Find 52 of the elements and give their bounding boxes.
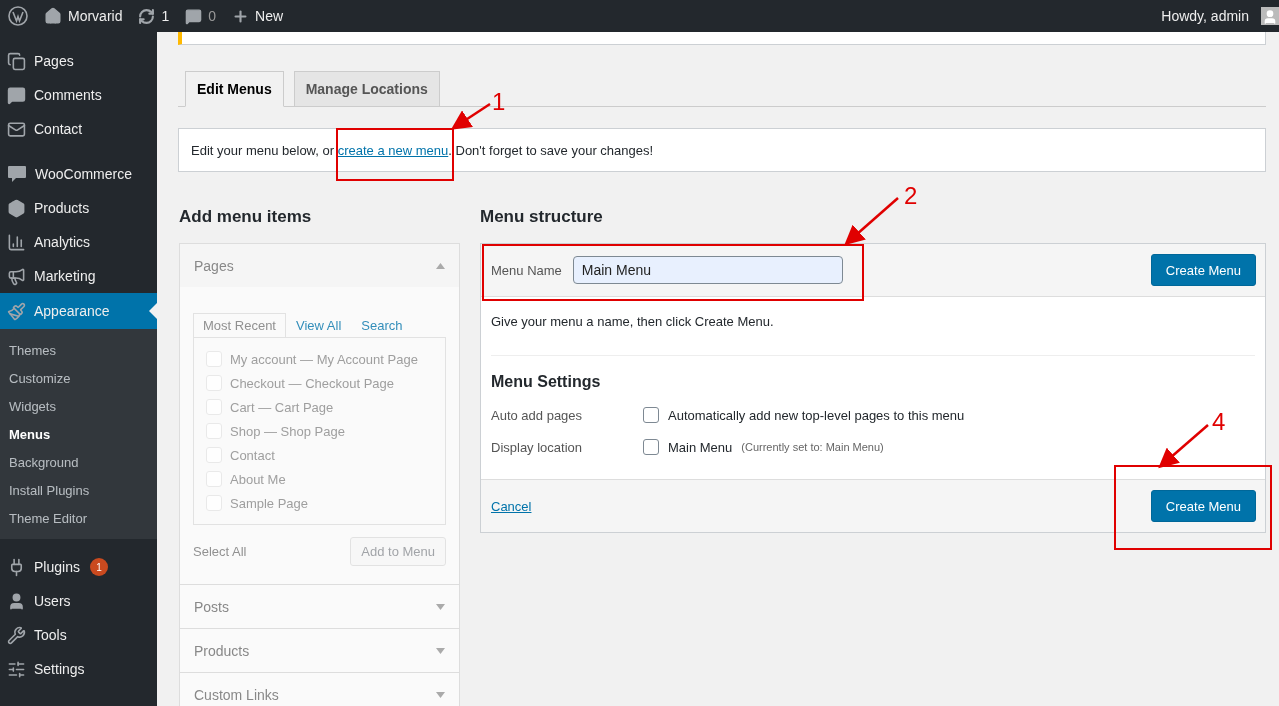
- step-number: 4: [1212, 410, 1226, 434]
- sidebar-item[interactable]: Marketing: [0, 259, 157, 293]
- page-label: Sample Page: [230, 495, 309, 511]
- submenu-item[interactable]: Customize: [0, 364, 157, 392]
- sidebar-item[interactable]: Settings: [0, 652, 157, 686]
- settings-heading: Menu Settings: [491, 373, 602, 391]
- create-menu-button[interactable]: Create Menu: [1150, 254, 1256, 286]
- sidebar-item[interactable]: Analytics: [0, 225, 157, 259]
- step-number: 2: [904, 184, 918, 208]
- option-label: Main Menu: [668, 439, 733, 455]
- submenu-item[interactable]: Theme Editor: [0, 504, 157, 532]
- section-heading: Add menu items: [179, 206, 313, 228]
- page-label: My account — My Account Page: [230, 351, 418, 367]
- setting-label: Auto add pages: [491, 407, 584, 423]
- page-label: Cart — Cart Page: [230, 399, 334, 415]
- section-heading: Menu structure: [480, 206, 604, 228]
- field-label: Menu Name: [491, 262, 562, 278]
- page-label: Contact: [230, 447, 275, 463]
- sidebar-item[interactable]: Products: [0, 191, 157, 225]
- submenu-item[interactable]: Install Plugins: [0, 476, 157, 504]
- new-link[interactable]: New: [255, 8, 284, 24]
- sidebar-item[interactable]: WooCommerce: [0, 157, 157, 191]
- submenu-item[interactable]: Themes: [0, 336, 157, 364]
- setting-label: Display location: [491, 439, 584, 455]
- page-label: Shop — Shop Page: [230, 423, 345, 439]
- updates-count[interactable]: 1: [161, 8, 170, 24]
- option-label: Automatically add new top-level pages to this menu: [668, 407, 965, 423]
- sidebar-item[interactable]: Users: [0, 584, 157, 618]
- count-badge: 1: [89, 558, 108, 576]
- tab[interactable]: Edit Menus: [185, 71, 284, 107]
- comments-count[interactable]: 0: [208, 8, 217, 24]
- tab[interactable]: Manage Locations: [293, 71, 440, 107]
- submenu-item[interactable]: Widgets: [0, 392, 157, 420]
- page-label: Checkout — Checkout Page: [230, 375, 395, 391]
- page-label: About Me: [230, 471, 286, 487]
- sidebar-item[interactable]: Appearance: [0, 293, 157, 329]
- submenu-item[interactable]: Menus: [0, 420, 157, 448]
- create-menu-button[interactable]: Create Menu: [1150, 490, 1256, 522]
- sidebar-item[interactable]: Plugins 1: [0, 550, 157, 584]
- option-note: (Currently set to: Main Menu): [741, 441, 884, 453]
- step-number: 1: [492, 90, 506, 114]
- sidebar-item[interactable]: Comments: [0, 78, 157, 112]
- menu-name-field[interactable]: Main Menu: [572, 256, 843, 284]
- sidebar-item[interactable]: Tools: [0, 618, 157, 652]
- cancel-link[interactable]: Cancel: [491, 498, 532, 514]
- hint-text: Give your menu a name, then click Create Menu.: [491, 297, 1255, 356]
- sidebar-item[interactable]: Contact: [0, 112, 157, 146]
- submenu-item[interactable]: Background: [0, 448, 157, 476]
- site-name-link[interactable]: Morvarid: [68, 8, 123, 24]
- sidebar-item[interactable]: Pages: [0, 44, 157, 78]
- greeting-link[interactable]: Howdy, admin: [1161, 8, 1249, 24]
- intro-text: Edit your menu below, or create a new menu. Don't forget to save your changes!: [178, 128, 1266, 172]
